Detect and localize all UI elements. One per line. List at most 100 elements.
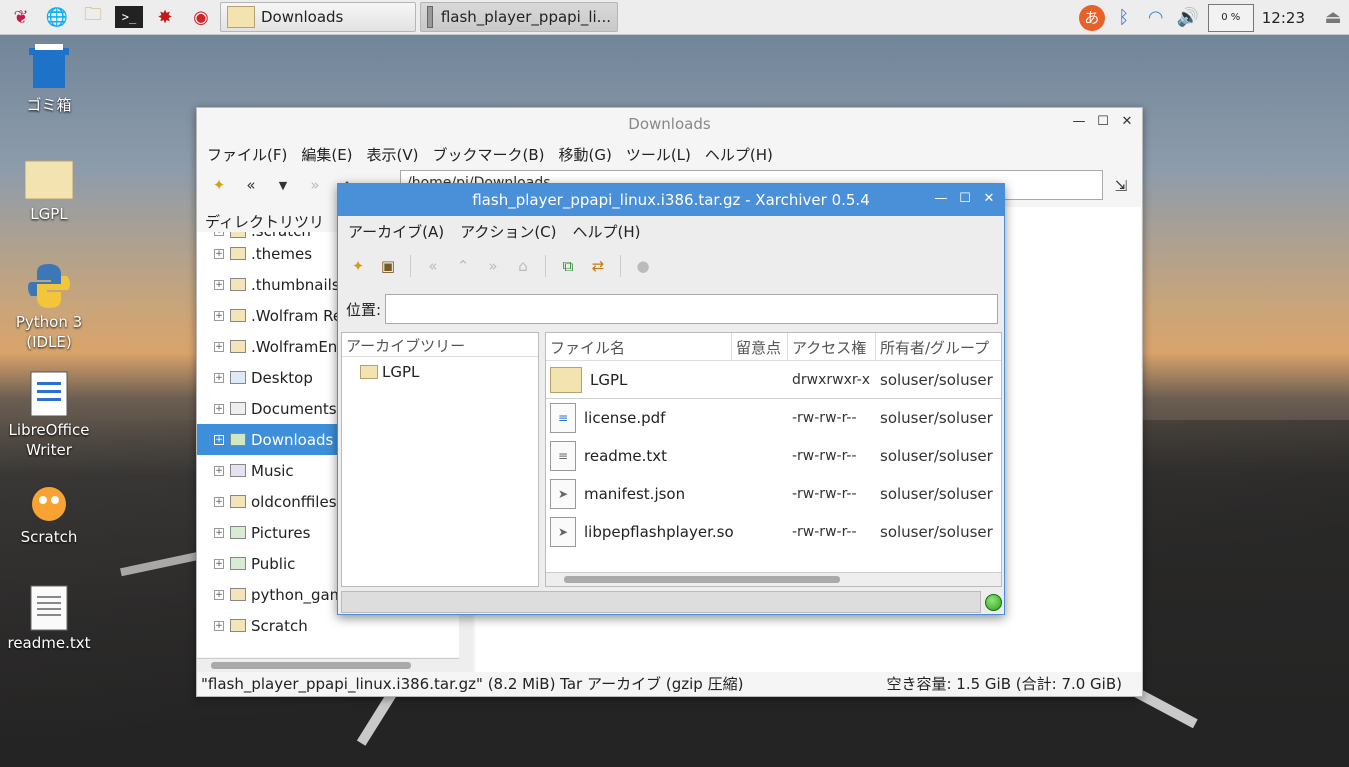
minimize-icon[interactable]: — — [1072, 114, 1086, 129]
menu-action[interactable]: アクション(C) — [460, 221, 556, 242]
menu-tools[interactable]: ツール(L) — [626, 144, 691, 165]
maximize-icon[interactable]: ☐ — [1096, 114, 1110, 129]
sidebar-header: ディレクトリツリー — [205, 213, 324, 252]
column-access[interactable]: アクセス権 — [788, 333, 876, 360]
text-file-icon — [25, 584, 73, 632]
window-title: Downloads — [628, 115, 711, 133]
window-title: flash_player_ppapi_linux.i386.tar.gz - X… — [472, 191, 870, 209]
menu-help[interactable]: ヘルプ(H) — [705, 144, 773, 165]
file-manager-icon[interactable]: 🗀 — [78, 2, 108, 32]
window-titlebar[interactable]: Downloads — ☐ ✕ — [197, 108, 1142, 140]
folder-icon — [227, 6, 255, 28]
location-bar: 位置: — [346, 294, 998, 324]
chevron-down-icon[interactable]: ▼ — [271, 173, 295, 197]
menu-file[interactable]: ファイル(F) — [207, 144, 287, 165]
folder-icon — [230, 340, 246, 353]
go-icon[interactable]: ⇲ — [1109, 174, 1133, 198]
folder-icon — [230, 588, 246, 601]
back-icon[interactable]: « — [239, 173, 263, 197]
taskbar: ❦ 🌐 🗀 >_ ✸ ◉ Downloads flash_player_ppap… — [0, 0, 1349, 35]
extract-icon[interactable]: ⇄ — [586, 254, 610, 278]
column-name[interactable]: ファイル名 — [546, 333, 732, 360]
terminal-icon[interactable]: >_ — [114, 2, 144, 32]
math-icon[interactable]: ✸ — [150, 2, 180, 32]
task-downloads[interactable]: Downloads — [220, 2, 416, 32]
folder-icon — [230, 232, 246, 238]
folder-icon — [230, 619, 246, 632]
desktop-python[interactable]: Python 3 (IDLE) — [3, 262, 95, 352]
web-browser-icon[interactable]: 🌐 — [42, 2, 72, 32]
location-input[interactable] — [385, 294, 998, 324]
folder-icon — [550, 366, 582, 393]
file-list: ファイル名 留意点 アクセス権 所有者/グループ LGPL drwxrwxr-x… — [545, 332, 1002, 587]
stop-icon[interactable]: ● — [631, 254, 655, 278]
desktop-icon-label: readme.txt — [7, 634, 91, 652]
file-row[interactable]: ➤ manifest.json -rw-rw-r-- soluser/soluse… — [546, 475, 1001, 513]
desktop-writer[interactable]: LibreOffice Writer — [3, 370, 95, 460]
desktop-lgpl[interactable]: LGPL — [3, 155, 95, 223]
menu-edit[interactable]: 編集(E) — [301, 144, 352, 165]
downloads-folder-icon — [230, 433, 246, 446]
close-icon[interactable]: ✕ — [982, 191, 996, 206]
file-row[interactable]: ≡ license.pdf -rw-rw-r-- soluser/soluser — [546, 399, 1001, 437]
volume-icon[interactable]: 🔊 — [1172, 3, 1204, 33]
back-icon[interactable]: « — [421, 254, 445, 278]
folder-icon — [25, 155, 73, 203]
file-list-header: ファイル名 留意点 アクセス権 所有者/グループ — [546, 333, 1001, 361]
desktop-trash[interactable]: ゴミ箱 — [3, 44, 95, 115]
add-files-icon[interactable]: ⧉ — [556, 254, 580, 278]
home-icon[interactable]: ⌂ — [511, 254, 535, 278]
file-row[interactable]: ➤ libpepflashplayer.so -rw-rw-r-- soluser… — [546, 513, 1001, 551]
forward-icon[interactable]: » — [481, 254, 505, 278]
task-xarchiver[interactable]: flash_player_ppapi_li... — [420, 2, 618, 32]
wifi-icon[interactable]: ◠ — [1140, 3, 1172, 33]
file-list-hscrollbar[interactable] — [546, 572, 1001, 586]
script-icon: ➤ — [550, 479, 576, 509]
desktop-readme[interactable]: readme.txt — [3, 584, 95, 652]
desktop-icon-label: Python 3 (IDLE) — [15, 313, 83, 351]
status-selection: "flash_player_ppapi_linux.i386.tar.gz" (… — [201, 674, 744, 693]
task-label: flash_player_ppapi_li... — [440, 8, 611, 26]
column-owner[interactable]: 所有者/グループ — [876, 333, 1001, 360]
bluetooth-icon[interactable]: ᛒ — [1108, 3, 1140, 33]
menu-help[interactable]: ヘルプ(H) — [573, 221, 641, 242]
open-archive-icon[interactable]: ▣ — [376, 254, 400, 278]
raspberry-menu-icon[interactable]: ❦ — [6, 2, 36, 32]
minimize-icon[interactable]: — — [934, 191, 948, 206]
document-icon — [25, 370, 73, 418]
new-tab-icon[interactable]: ✦ — [207, 173, 231, 197]
progress-bar — [341, 591, 981, 613]
new-archive-icon[interactable]: ✦ — [346, 254, 370, 278]
folder-icon — [230, 309, 246, 322]
desktop-scratch[interactable]: Scratch — [3, 478, 95, 546]
cpu-monitor: 0 % — [1207, 3, 1254, 32]
archive-icon — [427, 6, 433, 28]
toolbar: ✦ ▣ « ⌃ » ⌂ ⧉ ⇄ ● — [338, 246, 1004, 286]
folder-icon — [230, 495, 246, 508]
menu-archive[interactable]: アーカイブ(A) — [348, 221, 444, 242]
close-icon[interactable]: ✕ — [1120, 114, 1134, 129]
menu-go[interactable]: 移動(G) — [559, 144, 612, 165]
file-row[interactable]: ≡ readme.txt -rw-rw-r-- soluser/soluser — [546, 437, 1001, 475]
forward-icon[interactable]: » — [303, 173, 327, 197]
wolfram-icon[interactable]: ◉ — [186, 2, 216, 32]
ime-icon[interactable]: あ — [1076, 3, 1108, 33]
maximize-icon[interactable]: ☐ — [958, 191, 972, 206]
up-icon[interactable]: ⌃ — [451, 254, 475, 278]
column-notes[interactable]: 留意点 — [732, 333, 788, 360]
script-icon: ➤ — [550, 517, 576, 547]
menu-view[interactable]: 表示(V) — [367, 144, 419, 165]
archive-tree-item[interactable]: LGPL — [342, 357, 538, 387]
scratch-cat-icon — [25, 478, 73, 526]
file-row[interactable]: LGPL drwxrwxr-x soluser/soluser — [546, 361, 1001, 399]
eject-icon[interactable]: ⏏ — [1317, 3, 1349, 33]
clock[interactable]: 12:23 — [1262, 9, 1305, 27]
status-free-space: 空き容量: 1.5 GiB (合計: 7.0 GiB) — [886, 674, 1122, 693]
folder-icon — [360, 365, 378, 379]
desktop-icon-label: LibreOffice Writer — [8, 421, 90, 459]
xarchiver-window: flash_player_ppapi_linux.i386.tar.gz - X… — [337, 183, 1005, 615]
window-titlebar[interactable]: flash_player_ppapi_linux.i386.tar.gz - X… — [338, 184, 1004, 216]
menu-bookmarks[interactable]: ブックマーク(B) — [433, 144, 545, 165]
task-label: Downloads — [261, 8, 344, 26]
folder-icon — [230, 278, 246, 291]
